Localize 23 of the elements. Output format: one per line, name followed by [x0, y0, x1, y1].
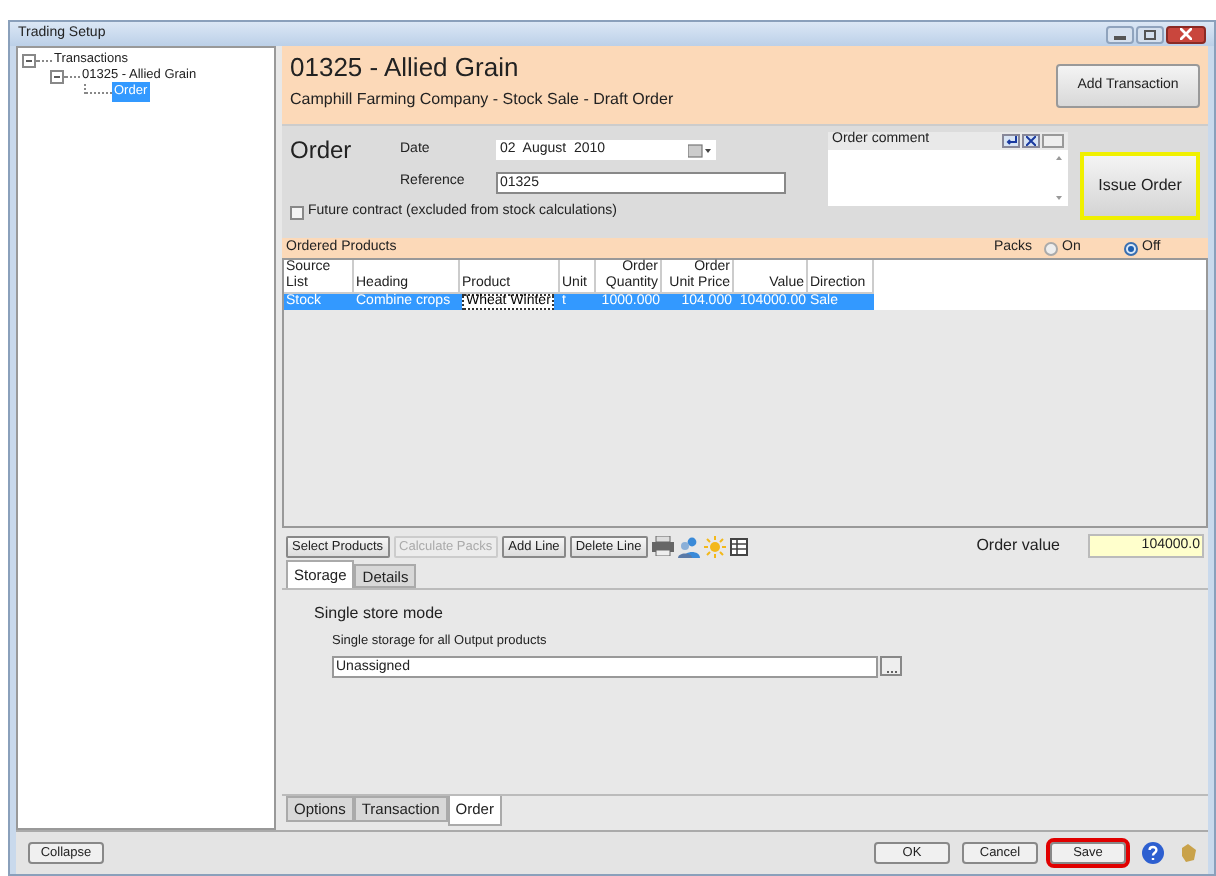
printer-icon[interactable] [651, 536, 674, 556]
minimize-icon[interactable] [1106, 25, 1134, 43]
radio-button[interactable] [1124, 241, 1138, 255]
enter-icon[interactable] [1002, 134, 1020, 148]
section-heading: Order [290, 134, 354, 168]
help-icon[interactable] [1142, 842, 1164, 864]
mode-title: Single store mode [314, 602, 445, 626]
checkbox[interactable] [290, 205, 304, 220]
people-icon[interactable] [677, 535, 700, 557]
close-icon[interactable] [1166, 25, 1206, 43]
issue-order-button[interactable]: Issue Order [1080, 152, 1200, 220]
maximize-icon[interactable] [1136, 25, 1164, 43]
calendar-icon[interactable] [688, 143, 712, 157]
clear-icon[interactable] [1022, 134, 1040, 148]
collapse-icon[interactable] [50, 69, 64, 83]
radio-button[interactable] [1044, 241, 1058, 255]
order-value-label: Order value [976, 534, 1060, 558]
transaction-title: 01325 - Allied Grain [290, 52, 521, 82]
grid-icon[interactable] [729, 537, 748, 555]
collapse-icon[interactable] [22, 53, 36, 67]
transaction-subtitle: Camphill Farming Company - Stock Sale - Draft Order [290, 88, 674, 112]
comment-field[interactable] [828, 150, 1068, 206]
ellipsis-button[interactable] [880, 656, 902, 677]
